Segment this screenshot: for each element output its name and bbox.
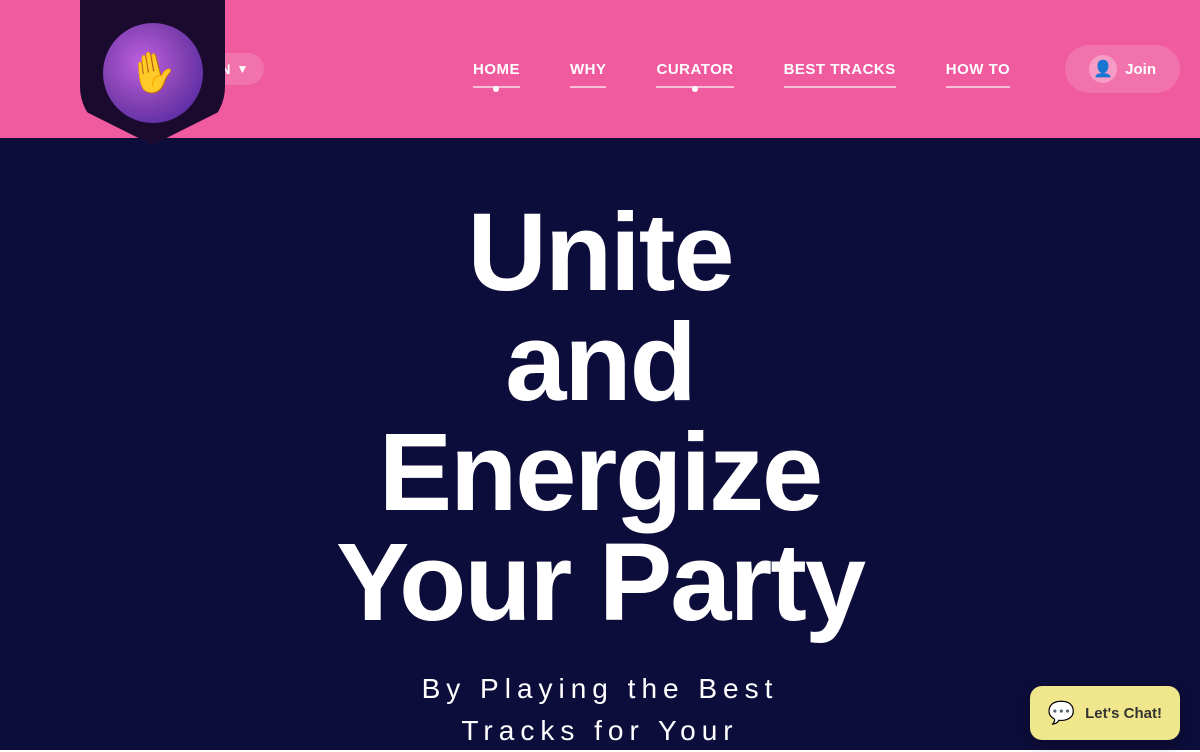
hero-line1: Unite [336,198,864,308]
nav-item-why[interactable]: WHY [545,51,632,88]
chat-widget[interactable]: 💬 Let's Chat! [1030,686,1180,740]
header: ✋ EN ▼ HOME WHY CURATOR BEST TRACKS HOW … [0,0,1200,138]
main-nav: HOME WHY CURATOR BEST TRACKS HOW TO [448,51,1035,88]
subtitle-line1: By Playing the Best [422,668,779,710]
join-button[interactable]: 👤 Join [1065,45,1180,93]
nav-item-best-tracks[interactable]: BEST TRACKS [759,51,921,88]
hero-line3: Energize [336,418,864,528]
nav-item-how-to[interactable]: HOW TO [921,51,1035,88]
chat-icon: 💬 [1048,700,1075,726]
hero-subtitle: By Playing the Best Tracks for Your [422,668,779,752]
join-label: Join [1125,61,1156,78]
logo-hand-icon: ✋ [124,45,181,100]
logo-container[interactable]: ✋ [80,0,225,145]
hero-line4: Your Party [336,528,864,638]
account-icon: 👤 [1089,55,1117,83]
chat-label: Let's Chat! [1085,705,1162,722]
main-content: Unite and Energize Your Party By Playing… [0,138,1200,750]
nav-item-curator[interactable]: CURATOR [631,51,758,88]
logo-circle: ✋ [103,23,203,123]
chevron-down-icon: ▼ [236,62,248,76]
hero-line2: and [336,308,864,418]
nav-item-home[interactable]: HOME [448,51,545,88]
hero-title: Unite and Energize Your Party [336,198,864,638]
subtitle-line2: Tracks for Your [422,710,779,752]
